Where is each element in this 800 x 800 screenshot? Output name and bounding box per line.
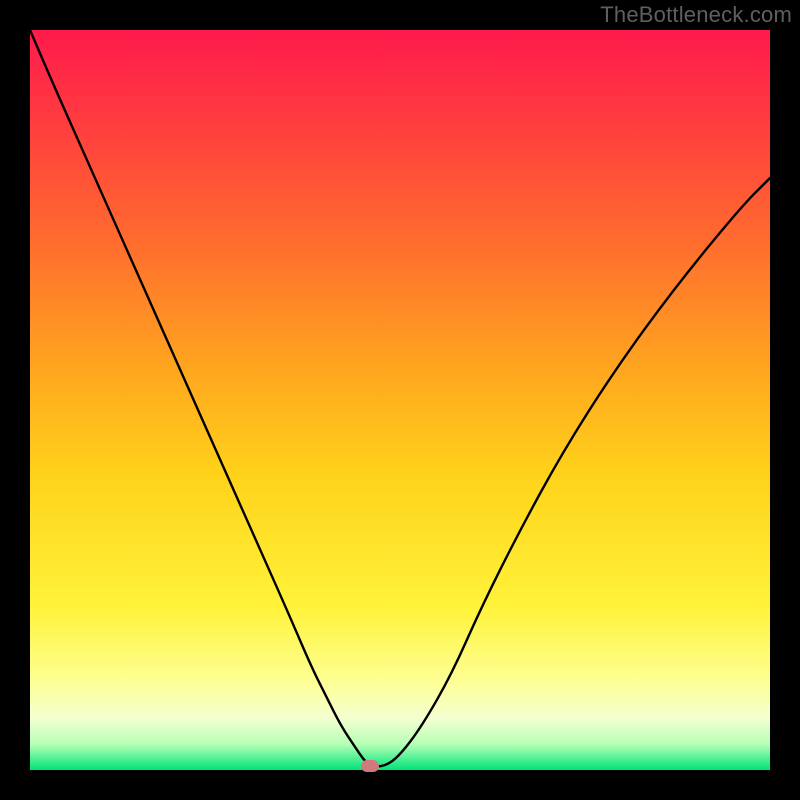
chart-frame: TheBottleneck.com xyxy=(0,0,800,800)
plot-area xyxy=(30,30,770,770)
chart-svg xyxy=(30,30,770,770)
watermark-text: TheBottleneck.com xyxy=(600,2,792,28)
optimum-marker xyxy=(361,760,379,772)
gradient-rect xyxy=(30,30,770,770)
